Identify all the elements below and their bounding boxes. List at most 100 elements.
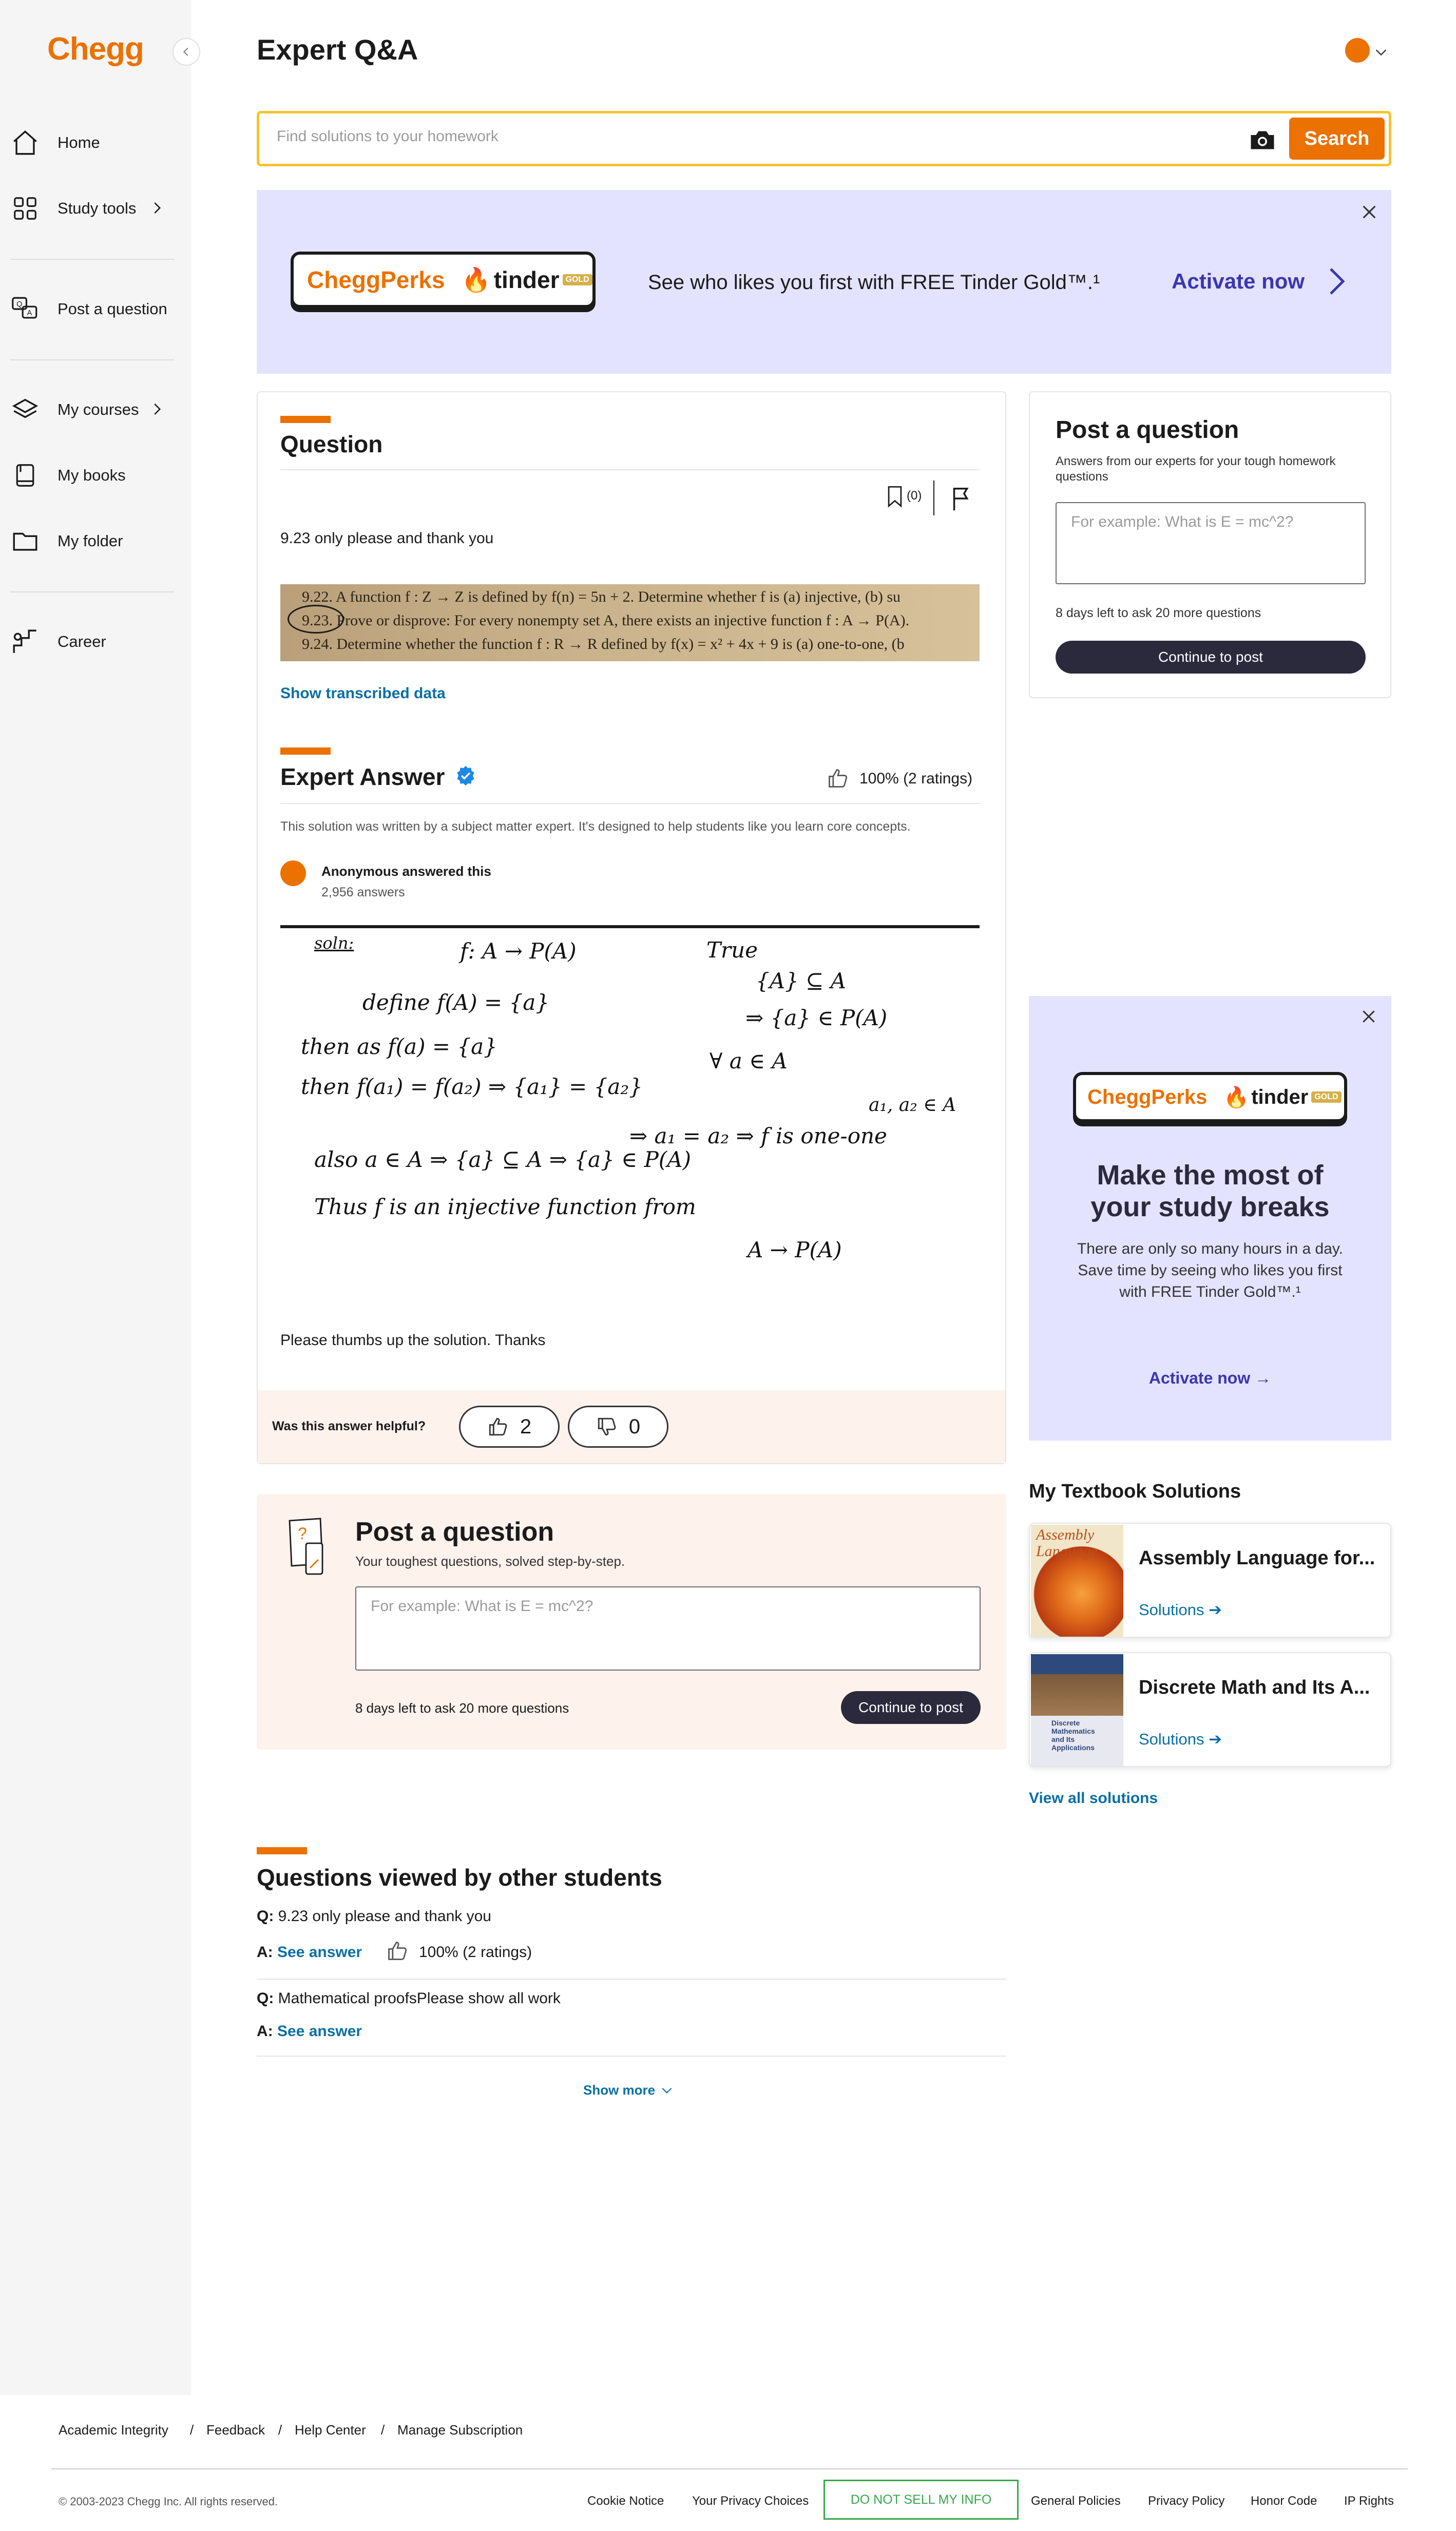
sidebar-item-my-books[interactable]: My books: [10, 459, 175, 492]
thumbs-down-button[interactable]: 0: [568, 1406, 668, 1448]
tinder-label: tinder: [493, 266, 560, 293]
bookmark-count: (0): [907, 489, 922, 503]
textbook-card[interactable]: Discrete Mathematics and Its Application…: [1029, 1652, 1391, 1767]
question-phone-icon: ?: [285, 1517, 335, 1580]
post-question-side-card: Post a question Answers from our experts…: [1029, 391, 1391, 698]
divider: [257, 2056, 1006, 2057]
textbook-solutions-link[interactable]: Solutions ➔: [1139, 1601, 1222, 1619]
answer-closing: Please thumbs up the solution. Thanks: [280, 1332, 546, 1349]
handwriting-line: ⇒ {a} ∈ P(A): [745, 1005, 888, 1030]
thumbs-up-icon: [386, 1940, 409, 1962]
folder-icon: [10, 526, 40, 556]
see-answer-link[interactable]: See answer: [277, 1944, 362, 1961]
sidebar-item-home[interactable]: Home: [10, 126, 175, 159]
handwriting-line: A → P(A): [748, 1237, 842, 1262]
search-input[interactable]: Find solutions to your homework: [277, 128, 499, 145]
chegg-logo[interactable]: Chegg: [47, 31, 144, 67]
sidebar-item-label: Home: [58, 133, 100, 151]
footer-honor-code[interactable]: Honor Code: [1251, 2494, 1317, 2508]
section-accent: [280, 416, 331, 423]
gold-tag: GOLD: [1311, 1091, 1342, 1103]
thumbs-up-button[interactable]: 2: [459, 1406, 560, 1448]
continue-to-post-button[interactable]: Continue to post: [841, 1691, 981, 1724]
handwriting-line: True: [706, 937, 758, 963]
footer-privacy-policy[interactable]: Privacy Policy: [1148, 2494, 1224, 2508]
post-main-subtitle: Your toughest questions, solved step-by-…: [355, 1554, 625, 1569]
textbook-cover: Assembly Language: [1031, 1525, 1123, 1637]
post-question-card: ? Post a question Your toughest question…: [257, 1494, 1006, 1750]
post-side-textarea[interactable]: For example: What is E = mc^2?: [1056, 502, 1366, 584]
sidebar-item-my-courses[interactable]: My courses: [10, 393, 175, 426]
sidebar-item-post-question[interactable]: QA Post a question: [10, 293, 175, 325]
circle-mark: [288, 605, 344, 634]
sidebar-item-label: Post a question: [58, 300, 167, 318]
footer-cookie-notice[interactable]: Cookie Notice: [587, 2494, 664, 2508]
book-icon: [10, 461, 40, 490]
see-answer-link[interactable]: See answer: [277, 2023, 362, 2040]
footer-feedback[interactable]: Feedback: [206, 2422, 265, 2438]
related-rating: 100% (2 ratings): [419, 1944, 532, 1961]
days-left: 8 days left to ask 20 more questions: [355, 1700, 569, 1716]
footer-general-policies[interactable]: General Policies: [1031, 2494, 1121, 2508]
avatar[interactable]: [1345, 38, 1370, 63]
question-image-line: 9.22. A function f : Z → Z is defined by…: [302, 588, 901, 605]
perks-side-activate-link[interactable]: Activate now →: [1029, 1369, 1391, 1388]
textbook-card[interactable]: Assembly Language Assembly Language for.…: [1029, 1523, 1391, 1638]
sidebar: Chegg Home Study tools QA Post a questio…: [0, 0, 191, 2395]
sidebar-item-career[interactable]: Career: [10, 625, 175, 658]
flag-icon[interactable]: [951, 486, 971, 511]
related-answer-row: A: See answer: [257, 2023, 362, 2040]
thumbs-up-icon: [487, 1416, 509, 1437]
related-heading: Questions viewed by other students: [257, 1864, 662, 1891]
bookmark-icon[interactable]: [886, 485, 904, 508]
section-accent: [280, 747, 331, 755]
footer-academic-integrity[interactable]: Academic Integrity: [59, 2422, 168, 2438]
footer-divider: [51, 2468, 1408, 2469]
camera-icon[interactable]: [1247, 125, 1278, 156]
continue-to-post-button[interactable]: Continue to post: [1056, 641, 1366, 674]
close-icon[interactable]: [1361, 1008, 1377, 1025]
post-side-title: Post a question: [1056, 416, 1239, 444]
footer-ip-rights[interactable]: IP Rights: [1344, 2494, 1394, 2508]
activate-now-link[interactable]: Activate now: [1172, 269, 1305, 294]
tinder-logo: 🔥 tinder GOLD: [461, 266, 592, 294]
view-all-solutions-link[interactable]: View all solutions: [1029, 1790, 1158, 1807]
grid-icon: [10, 194, 40, 223]
flame-icon: 🔥: [1223, 1086, 1250, 1109]
do-not-sell-button[interactable]: DO NOT SELL MY INFO: [823, 2480, 1019, 2520]
show-transcribed-link[interactable]: Show transcribed data: [280, 685, 446, 702]
textbook-cover: Discrete Mathematics and Its Application…: [1031, 1654, 1123, 1766]
copyright: © 2003-2023 Chegg Inc. All rights reserv…: [59, 2495, 278, 2508]
related-question[interactable]: Q: Mathematical proofsPlease show all wo…: [257, 1990, 561, 2007]
chevron-right-icon[interactable]: [1325, 266, 1349, 297]
sidebar-item-study-tools[interactable]: Study tools: [10, 192, 175, 225]
footer-privacy-choices[interactable]: Your Privacy Choices: [692, 2494, 809, 2508]
promo-banner: CheggPerks 🔥 tinder GOLD See who likes you…: [257, 190, 1391, 374]
search-button[interactable]: Search: [1289, 118, 1385, 160]
promo-text: See who likes you first with FREE Tinder…: [648, 271, 1100, 294]
close-icon[interactable]: [1361, 203, 1378, 221]
footer-help-center[interactable]: Help Center: [295, 2422, 366, 2438]
textarea-placeholder: For example: What is E = mc^2?: [1071, 513, 1294, 530]
chevron-left-icon: [181, 46, 192, 57]
sidebar-item-label: My books: [58, 466, 126, 484]
page-title: Expert Q&A: [257, 33, 418, 66]
flame-icon: 🔥: [461, 266, 491, 293]
svg-text:?: ?: [298, 1524, 307, 1543]
thumbs-down-count: 0: [628, 1415, 641, 1438]
sidebar-item-my-folder[interactable]: My folder: [10, 525, 175, 558]
svg-text:A: A: [27, 309, 32, 317]
textbook-solutions-link[interactable]: Solutions ➔: [1139, 1730, 1222, 1749]
sidebar-item-label: My folder: [58, 532, 123, 550]
show-more-button[interactable]: Show more: [583, 2082, 674, 2098]
divider: [257, 1979, 1006, 1980]
post-main-textarea[interactable]: For example: What is E = mc^2?: [355, 1586, 981, 1671]
footer-manage-subscription[interactable]: Manage Subscription: [397, 2422, 523, 2438]
sidebar-item-label: Study tools: [58, 199, 137, 217]
related-answer-row: A: See answer: [257, 1944, 362, 1961]
collapse-sidebar-button[interactable]: [173, 38, 200, 66]
handwriting-line: ⇒ a₁ = a₂ ⇒ f is one-one: [629, 1123, 887, 1148]
related-question[interactable]: Q: 9.23 only please and thank you: [257, 1908, 491, 1925]
chevron-down-icon[interactable]: [1374, 45, 1388, 60]
perks-side-text: There are only so many hours in a day. S…: [1077, 1240, 1344, 1300]
